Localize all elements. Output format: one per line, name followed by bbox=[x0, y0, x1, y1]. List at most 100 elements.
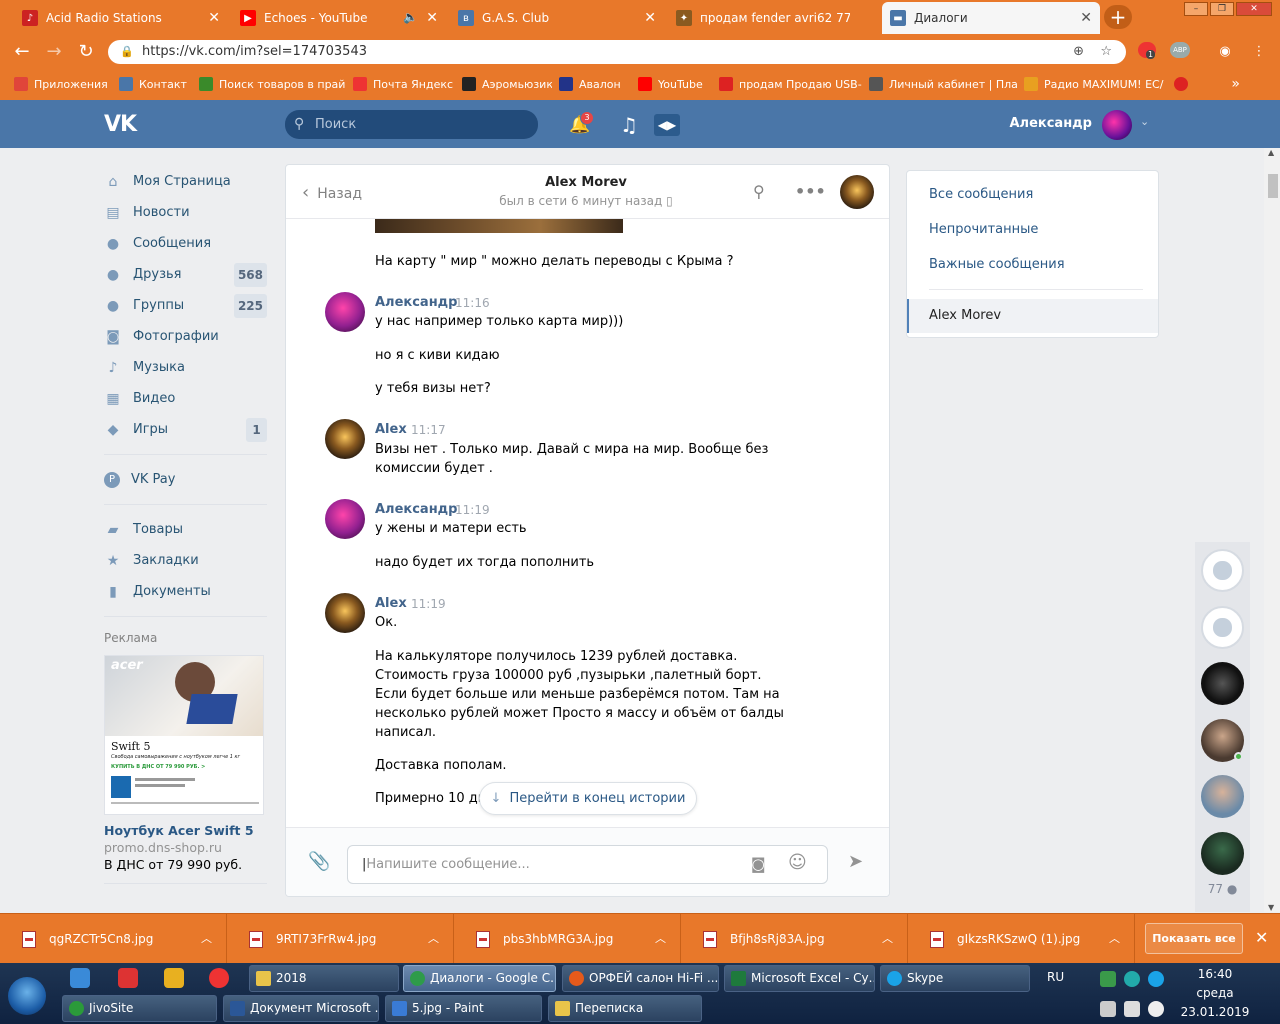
minimize-button[interactable]: – bbox=[1184, 2, 1208, 16]
chat-bubble-avatar[interactable] bbox=[1201, 775, 1244, 818]
paperclip-icon[interactable]: 📎 bbox=[308, 851, 330, 872]
taskbar-item-active[interactable]: Диалоги - Google C... bbox=[403, 965, 556, 992]
download-item[interactable]: 9RTI73FrRw4.jpg ︿ bbox=[227, 914, 454, 964]
sidebar-item-groups[interactable]: ● Группы 225 bbox=[104, 290, 267, 321]
close-tab-icon[interactable]: ✕ bbox=[208, 10, 220, 26]
menu-dots-icon[interactable]: ⋮ bbox=[1250, 44, 1268, 60]
start-button[interactable] bbox=[8, 977, 46, 1015]
bookmark-search-goods[interactable]: Поиск товаров в прай bbox=[192, 77, 346, 91]
sidebar-item-news[interactable]: ▤ Новости bbox=[104, 197, 267, 228]
bookmark-kontakt[interactable]: Контакт bbox=[112, 77, 192, 91]
scrollbar-thumb[interactable] bbox=[1268, 174, 1278, 198]
volume-icon[interactable] bbox=[1124, 1001, 1140, 1017]
close-tab-icon[interactable]: ✕ bbox=[644, 10, 656, 26]
speaker-icon[interactable]: 🔈 bbox=[403, 10, 418, 24]
music-icon[interactable]: ♫ bbox=[618, 114, 640, 136]
go-to-end-button[interactable]: ↓ Перейти в конец истории bbox=[479, 782, 697, 815]
emoji-icon[interactable]: ☺ bbox=[788, 852, 807, 873]
avatar[interactable] bbox=[1102, 110, 1132, 140]
sidebar-item-photos[interactable]: ◙ Фотографии bbox=[104, 321, 267, 352]
opera-extension-icon[interactable]: 1 bbox=[1138, 42, 1156, 59]
folder-all-messages[interactable]: Все сообщения bbox=[929, 187, 1033, 202]
chevron-down-icon[interactable]: ⌄ bbox=[1140, 115, 1149, 128]
address-bar[interactable]: 🔒 https://vk.com/im?sel=174703543 ⊕ ☆ bbox=[108, 40, 1126, 64]
bookmark-cabinet[interactable]: Личный кабинет | Пла bbox=[862, 77, 1017, 91]
bookmark-usb[interactable]: продам Продаю USB- bbox=[712, 77, 862, 91]
language-indicator[interactable]: RU bbox=[1047, 970, 1064, 984]
scroll-down-icon[interactable]: ▼ bbox=[1268, 903, 1274, 912]
sidebar-item-bookmarks[interactable]: ★ Закладки bbox=[104, 545, 267, 576]
message-author[interactable]: Alex bbox=[375, 422, 407, 437]
chevron-up-icon[interactable]: ︿ bbox=[882, 930, 893, 946]
sidebar-item-music[interactable]: ♪ Музыка bbox=[104, 352, 267, 383]
download-item[interactable]: pbs3hbMRG3A.jpg ︿ bbox=[454, 914, 681, 964]
sidebar-item-my-page[interactable]: ⌂ Моя Страница bbox=[104, 166, 267, 197]
taskbar-item[interactable]: Microsoft Excel - Су... bbox=[724, 965, 875, 992]
more-chats-count[interactable]: 77 ● bbox=[1195, 882, 1250, 896]
download-item[interactable]: gIkzsRKSzwQ (1).jpg ︿ bbox=[908, 914, 1135, 964]
taskbar-item[interactable]: ОРФЕЙ салон Hi-Fi ... bbox=[562, 965, 719, 992]
close-icon[interactable]: ✕ bbox=[1255, 928, 1268, 947]
sidebar-item-friends[interactable]: ● Друзья 568 bbox=[104, 259, 267, 290]
chevron-up-icon[interactable]: ︿ bbox=[428, 930, 439, 946]
sidebar-item-games[interactable]: ◆ Игры 1 bbox=[104, 414, 267, 445]
message-author[interactable]: Alex bbox=[375, 596, 407, 611]
sidebar-item-video[interactable]: ▦ Видео bbox=[104, 383, 267, 414]
bookmark-yandex-mail[interactable]: Почта Яндекс bbox=[346, 77, 455, 91]
folder-important[interactable]: Важные сообщения bbox=[929, 257, 1065, 272]
chat-bubble-avatar[interactable] bbox=[1201, 719, 1244, 762]
quicklaunch-icon[interactable] bbox=[70, 968, 90, 988]
network-icon[interactable] bbox=[1148, 1001, 1164, 1017]
close-window-button[interactable]: ✕ bbox=[1236, 2, 1272, 16]
chevron-up-icon[interactable]: ︿ bbox=[655, 930, 666, 946]
taskbar-item[interactable]: Документ Microsoft ... bbox=[223, 995, 379, 1022]
sidebar-item-documents[interactable]: ▮ Документы bbox=[104, 576, 267, 607]
avatar[interactable] bbox=[325, 499, 365, 539]
chat-bubble-avatar[interactable] bbox=[1201, 832, 1244, 875]
taskbar-item[interactable]: 2018 bbox=[249, 965, 399, 992]
bookmark-radio-maximum[interactable]: Радио MAXIMUM! ЕС/ bbox=[1017, 77, 1167, 91]
reload-icon[interactable]: ↻ bbox=[74, 41, 98, 63]
tele2-icon[interactable] bbox=[1167, 77, 1197, 91]
avatar[interactable] bbox=[325, 593, 365, 633]
scroll-up-icon[interactable]: ▲ bbox=[1268, 148, 1274, 157]
back-button[interactable]: ‹ Назад bbox=[302, 182, 362, 203]
quicklaunch-icon[interactable] bbox=[118, 968, 138, 988]
ad-image[interactable]: acer Swift 5 Свобода самовыражения с ноу… bbox=[104, 655, 264, 815]
yandex-browser-icon[interactable] bbox=[209, 968, 229, 988]
vk-logo[interactable]: VK bbox=[104, 112, 140, 137]
page-scrollbar[interactable]: ▲ ▼ bbox=[1264, 148, 1280, 912]
user-name[interactable]: Александр bbox=[1000, 116, 1093, 131]
folder-unread[interactable]: Непрочитанные bbox=[929, 222, 1038, 237]
taskbar-item[interactable]: Skype bbox=[880, 965, 1030, 992]
clock[interactable]: 16:40 среда 23.01.2019 bbox=[1180, 965, 1250, 1022]
tab-dialogs[interactable]: ▬ Диалоги ✕ bbox=[882, 2, 1100, 34]
quicklaunch-icon[interactable] bbox=[164, 968, 184, 988]
send-icon[interactable]: ➤ bbox=[848, 851, 863, 872]
tab-fender[interactable]: ✦ продам fender avri62 77тр пр bbox=[668, 2, 880, 34]
video-play-icon[interactable]: ◀▶ bbox=[654, 114, 680, 136]
chat-bubble-avatar[interactable] bbox=[1201, 662, 1244, 705]
avatar[interactable] bbox=[325, 419, 365, 459]
show-all-downloads-button[interactable]: Показать все bbox=[1145, 923, 1243, 954]
message-image[interactable] bbox=[375, 219, 623, 233]
bookmark-avalon[interactable]: Авалон bbox=[552, 77, 631, 91]
tab-gas-club[interactable]: в G.A.S. Club ✕ bbox=[450, 2, 664, 34]
tray-icon[interactable] bbox=[1100, 971, 1116, 987]
download-item[interactable]: qgRZCTr5Cn8.jpg ︿ bbox=[0, 914, 227, 964]
chevron-up-icon[interactable]: ︿ bbox=[201, 930, 212, 946]
close-tab-icon[interactable]: ✕ bbox=[426, 10, 438, 26]
dog-avatar-icon[interactable] bbox=[1201, 549, 1244, 592]
bookmark-youtube[interactable]: YouTube bbox=[631, 77, 712, 91]
search-input[interactable]: ⚲ Поиск bbox=[285, 110, 538, 139]
profile-icon[interactable]: ◉ bbox=[1216, 44, 1234, 60]
peer-avatar[interactable] bbox=[840, 175, 874, 209]
download-item[interactable]: Bfjh8sRj83A.jpg ︿ bbox=[681, 914, 908, 964]
avatar[interactable] bbox=[325, 292, 365, 332]
tray-icon[interactable] bbox=[1100, 1001, 1116, 1017]
more-dots-icon[interactable]: ••• bbox=[795, 182, 826, 201]
back-arrow-icon[interactable]: ← bbox=[10, 41, 34, 63]
bookmark-aeromusic[interactable]: Аэромьюзик bbox=[455, 77, 552, 91]
bookmark-apps[interactable]: Приложения bbox=[0, 77, 112, 91]
sidebar-item-goods[interactable]: ▰ Товары bbox=[104, 514, 267, 545]
